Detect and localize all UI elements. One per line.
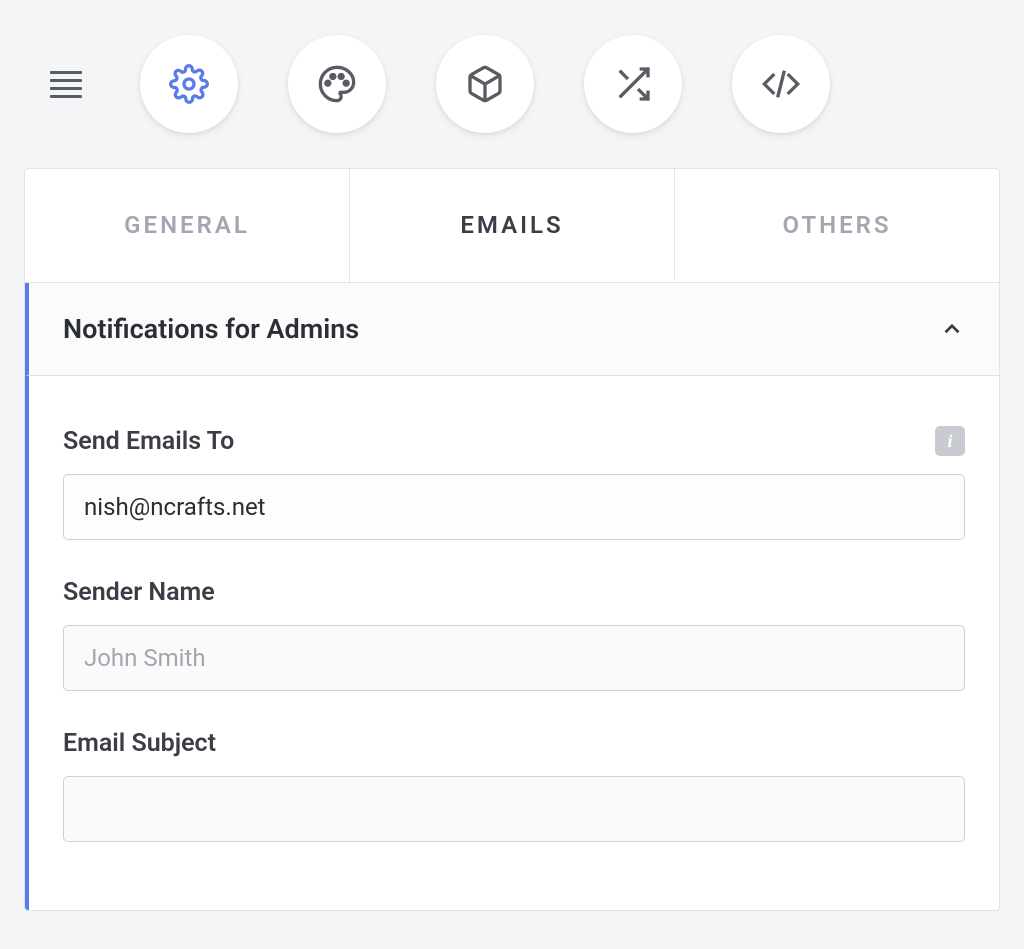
gear-icon [169, 64, 209, 104]
tab-emails[interactable]: Emails [350, 169, 675, 282]
tab-others[interactable]: Others [675, 169, 999, 282]
email-subject-label: Email Subject [63, 729, 216, 758]
hamburger-menu-icon[interactable] [50, 64, 90, 104]
code-icon [761, 64, 801, 104]
cube-icon [465, 64, 505, 104]
cube-button[interactable] [436, 35, 534, 133]
send-to-label: Send Emails To [63, 427, 234, 456]
sender-name-input[interactable] [63, 625, 965, 691]
accordion-header-admin-notifications[interactable]: Notifications for Admins [25, 283, 999, 376]
top-toolbar [0, 0, 1024, 168]
settings-card: General Emails Others Notifications for … [24, 168, 1000, 911]
chevron-up-icon [939, 316, 965, 342]
sender-name-label: Sender Name [63, 578, 215, 607]
info-icon[interactable]: i [935, 426, 965, 456]
accordion-body: Send Emails To i Sender Name Email Subje… [25, 376, 999, 910]
toolbar-icon-group [140, 35, 830, 133]
shuffle-button[interactable] [584, 35, 682, 133]
email-subject-input[interactable] [63, 776, 965, 842]
field-group-email-subject: Email Subject [63, 729, 965, 842]
settings-button[interactable] [140, 35, 238, 133]
field-group-send-to: Send Emails To i [63, 426, 965, 540]
theme-button[interactable] [288, 35, 386, 133]
send-to-input[interactable] [63, 474, 965, 540]
tab-general[interactable]: General [25, 169, 350, 282]
code-button[interactable] [732, 35, 830, 133]
shuffle-icon [613, 64, 653, 104]
palette-icon [317, 64, 357, 104]
tabs-nav: General Emails Others [25, 169, 999, 283]
field-group-sender-name: Sender Name [63, 578, 965, 691]
accordion-title: Notifications for Admins [63, 313, 359, 345]
